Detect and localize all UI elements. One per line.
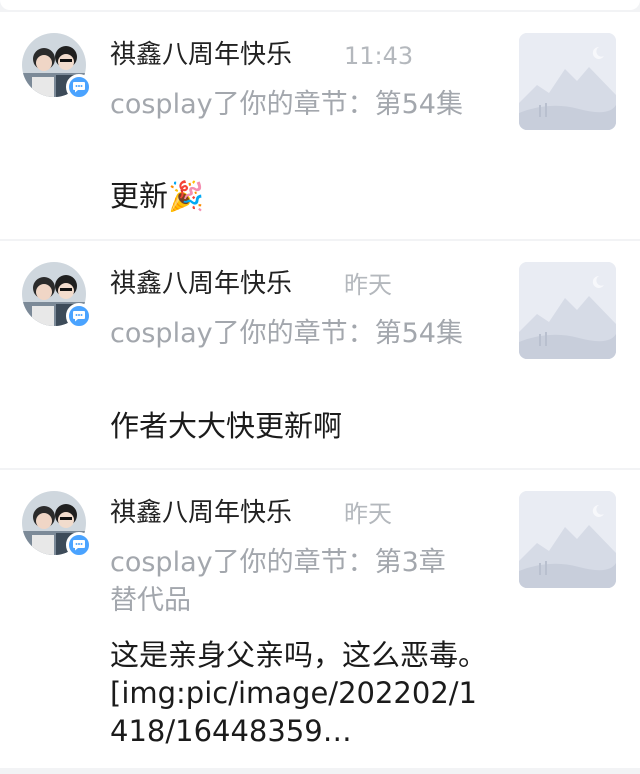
timestamp: 昨天 <box>344 271 392 299</box>
placeholder-mountain-icon[interactable] <box>519 491 616 588</box>
notification-item[interactable]: 祺鑫八周年快乐 昨天 cosplay了你的章节：第54集 作者大大快更新啊 <box>0 241 640 468</box>
notification-item[interactable]: 祺鑫八周年快乐 11:43 cosplay了你的章节：第54集 更新🎉 <box>0 12 640 239</box>
comment-text[interactable]: 作者大大快更新啊 <box>110 407 490 445</box>
chapter-reference[interactable]: cosplay了你的章节：第54集 <box>110 315 470 353</box>
username[interactable]: 祺鑫八周年快乐 <box>110 38 292 72</box>
timestamp: 昨天 <box>344 500 392 528</box>
comment-badge-icon <box>66 532 92 558</box>
chapter-reference[interactable]: cosplay了你的章节：第54集 <box>110 86 470 124</box>
placeholder-mountain-icon[interactable] <box>519 33 616 130</box>
username[interactable]: 祺鑫八周年快乐 <box>110 267 292 301</box>
placeholder-mountain-icon[interactable] <box>519 262 616 359</box>
comment-badge-icon <box>66 74 92 100</box>
notification-item[interactable]: 祺鑫八周年快乐 昨天 cosplay了你的章节：第3章 替代品 这是亲身父亲吗，… <box>0 470 640 768</box>
chapter-reference[interactable]: cosplay了你的章节：第3章 替代品 <box>110 544 470 620</box>
comment-text[interactable]: 这是亲身父亲吗，这么恶毒。[img:pic/image/202202/1418/… <box>110 636 492 750</box>
timestamp: 11:43 <box>344 42 414 70</box>
comment-badge-icon <box>66 303 92 329</box>
comment-text[interactable]: 更新🎉 <box>110 177 490 215</box>
username[interactable]: 祺鑫八周年快乐 <box>110 496 292 530</box>
previous-card-edge <box>0 0 640 10</box>
